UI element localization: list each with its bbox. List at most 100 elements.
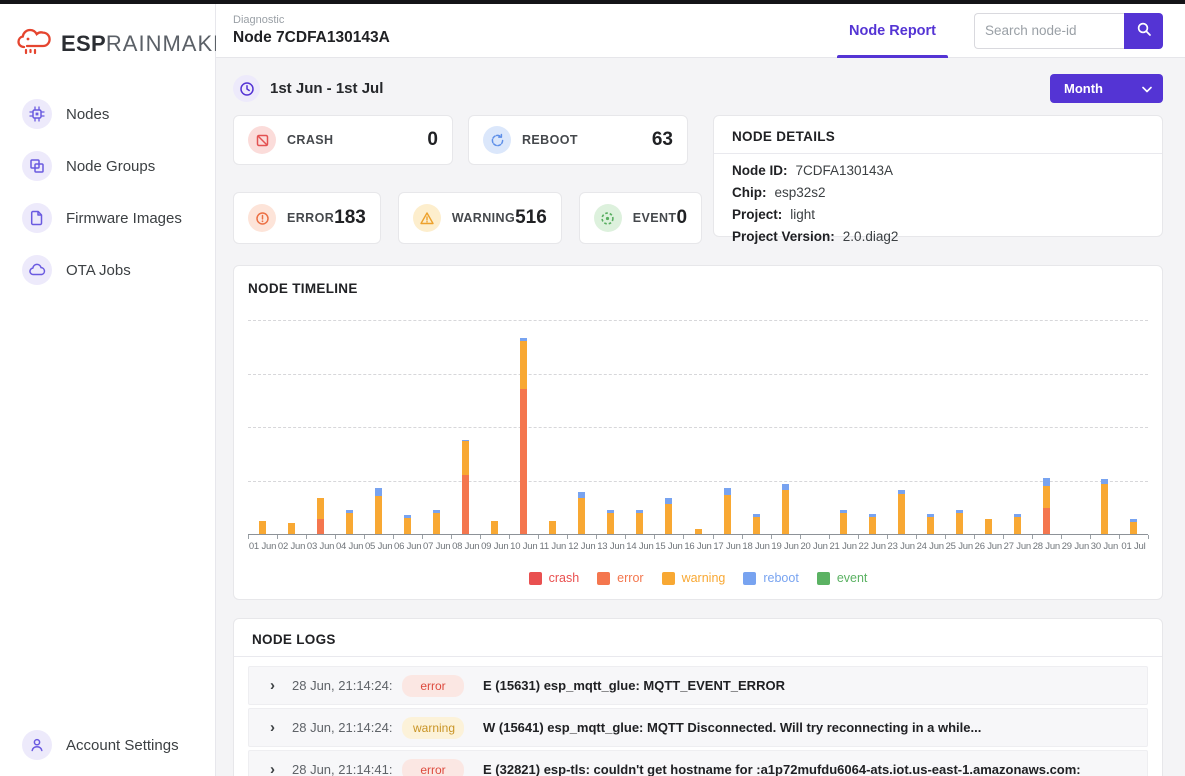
bar-warning-04-Jun [346, 513, 353, 535]
axis-label: 02 Jun [277, 541, 306, 552]
axis-label: 10 Jun [509, 541, 538, 552]
breadcrumb: Diagnostic [233, 14, 390, 26]
axis-tick [422, 535, 423, 539]
bar-warning-13-Jun [607, 513, 614, 535]
gridline [248, 374, 1148, 375]
log-time: 28 Jun, 21:14:24: [292, 720, 402, 735]
bar-warning-17-Jun [724, 495, 731, 534]
axis-tick [1090, 535, 1091, 539]
sidebar-item-label: Nodes [66, 106, 109, 123]
axis-label: 17 Jun [713, 541, 742, 552]
node-groups-icon [22, 151, 52, 181]
log-level-badge: error [402, 675, 464, 697]
node-logs-title: NODE LOGS [252, 632, 1148, 647]
stat-card-event: EVENT 0 [579, 192, 702, 244]
cloud-icon [22, 255, 52, 285]
bar-reboot-13-Jun [607, 510, 614, 513]
sidebar-item-nodes[interactable]: Nodes [14, 95, 201, 133]
legend-label: warning [682, 571, 726, 585]
axis-label: 13 Jun [596, 541, 625, 552]
legend-item-error[interactable]: error [597, 571, 643, 585]
bar-warning-21-Jun [840, 513, 847, 535]
reboot-icon [483, 126, 511, 154]
bar-reboot-08-Jun [462, 440, 469, 442]
axis-label: 11 Jun [538, 541, 567, 552]
date-range-text: 1st Jun - 1st Jul [270, 80, 383, 97]
bar-error-28-Jun [1043, 508, 1050, 534]
log-row[interactable]: › 28 Jun, 21:14:41: error E (32821) esp-… [248, 750, 1148, 776]
axis-label: 25 Jun [945, 541, 974, 552]
date-range: 1st Jun - 1st Jul [233, 75, 383, 102]
legend-item-reboot[interactable]: reboot [743, 571, 798, 585]
bar-reboot-18-Jun [753, 514, 760, 517]
bar-warning-05-Jun [375, 496, 382, 534]
node-timeline-panel: NODE TIMELINE 01 Jun02 Jun03 Jun04 Jun05… [233, 265, 1163, 600]
axis-label: 07 Jun [422, 541, 451, 552]
axis-label: 05 Jun [364, 541, 393, 552]
sidebar-item-label: Firmware Images [66, 210, 182, 227]
bar-error-08-Jun [462, 475, 469, 534]
gridline [248, 320, 1148, 321]
detail-project-version: Project Version:2.0.diag2 [732, 229, 1144, 244]
log-message: W (15641) esp_mqtt_glue: MQTT Disconnect… [483, 720, 981, 735]
tab-node-report[interactable]: Node Report [837, 4, 948, 57]
chevron-down-icon [1142, 81, 1152, 96]
page-title: Node 7CDFA130143A [233, 29, 390, 47]
detail-chip: Chip:esp32s2 [732, 185, 1144, 200]
bar-reboot-27-Jun [1014, 514, 1021, 517]
axis-label: 06 Jun [393, 541, 422, 552]
legend-swatch [817, 572, 830, 585]
bar-reboot-28-Jun [1043, 478, 1050, 486]
legend-swatch [743, 572, 756, 585]
event-icon [594, 204, 622, 232]
axis-label: 15 Jun [654, 541, 683, 552]
sidebar-item-account-settings[interactable]: Account Settings [14, 726, 201, 764]
axis-tick [538, 535, 539, 539]
legend-item-crash[interactable]: crash [529, 571, 580, 585]
account-settings-label: Account Settings [66, 737, 179, 754]
chevron-right-icon[interactable]: › [270, 719, 292, 736]
timeline-x-labels: 01 Jun02 Jun03 Jun04 Jun05 Jun06 Jun07 J… [248, 535, 1148, 552]
axis-tick [625, 535, 626, 539]
stat-value: 516 [515, 207, 547, 229]
search-button[interactable] [1124, 13, 1163, 49]
sidebar-item-node-groups[interactable]: Node Groups [14, 147, 201, 185]
gridline [248, 427, 1148, 428]
bar-warning-16-Jun [695, 529, 702, 534]
bar-warning-02-Jun [288, 523, 295, 534]
log-row[interactable]: › 28 Jun, 21:14:24: error E (15631) esp_… [248, 666, 1148, 705]
stat-card-error: ERROR 183 [233, 192, 381, 244]
chevron-right-icon[interactable]: › [270, 761, 292, 776]
axis-label: 29 Jun [1061, 541, 1090, 552]
bar-warning-24-Jun [927, 517, 934, 534]
legend-label: crash [549, 571, 580, 585]
stat-card-crash: CRASH 0 [233, 115, 453, 165]
sidebar-item-ota-jobs[interactable]: OTA Jobs [14, 251, 201, 289]
bar-reboot-19-Jun [782, 484, 789, 489]
bar-reboot-25-Jun [956, 510, 963, 513]
bar-warning-18-Jun [753, 517, 760, 534]
axis-label: 21 Jun [829, 541, 858, 552]
timeline-x-axis: 01 Jun02 Jun03 Jun04 Jun05 Jun06 Jun07 J… [248, 535, 1148, 555]
axis-label: 20 Jun [800, 541, 829, 552]
legend-swatch [597, 572, 610, 585]
bar-reboot-23-Jun [898, 490, 905, 494]
log-row[interactable]: › 28 Jun, 21:14:24: warning W (15641) es… [248, 708, 1148, 747]
bar-reboot-15-Jun [665, 498, 672, 505]
period-dropdown[interactable]: Month [1050, 74, 1163, 103]
bar-warning-27-Jun [1014, 517, 1021, 534]
legend-item-event[interactable]: event [817, 571, 868, 585]
bar-reboot-06-Jun [404, 515, 411, 518]
stat-label: REBOOT [522, 133, 578, 147]
axis-tick [567, 535, 568, 539]
sidebar-item-firmware-images[interactable]: Firmware Images [14, 199, 201, 237]
axis-tick [509, 535, 510, 539]
axis-label: 22 Jun [858, 541, 887, 552]
log-level-badge: error [402, 759, 464, 776]
legend-item-warning[interactable]: warning [662, 571, 726, 585]
search-input[interactable] [974, 13, 1124, 49]
chevron-right-icon[interactable]: › [270, 677, 292, 694]
axis-label: 09 Jun [480, 541, 509, 552]
timeline-legend: crash error warning reboot event [248, 571, 1148, 585]
axis-tick [771, 535, 772, 539]
